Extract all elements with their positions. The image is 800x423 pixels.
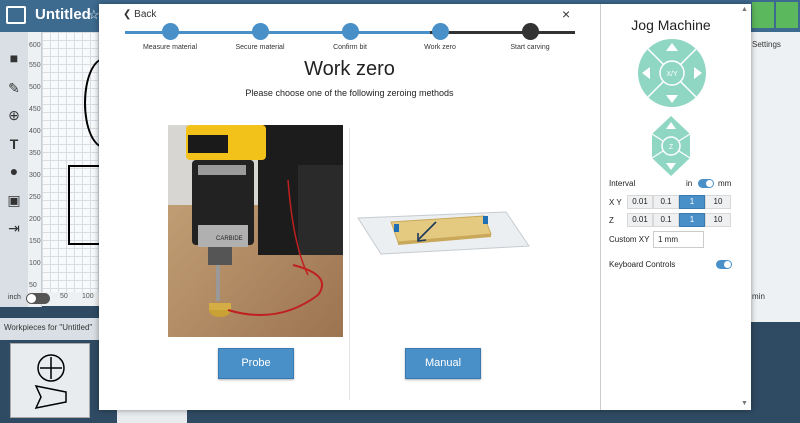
unit-toggle[interactable]	[698, 179, 714, 188]
manual-button[interactable]: Manual	[405, 348, 481, 379]
z-interval-0.01[interactable]: 0.01	[627, 213, 653, 227]
z-label: Z	[669, 144, 674, 151]
ruler-tick: 350	[29, 150, 41, 157]
import-icon[interactable]: ⇥	[4, 220, 24, 238]
custom-xy-input[interactable]	[653, 231, 704, 248]
xy-interval-10[interactable]: 10	[705, 195, 731, 209]
xy-interval-1[interactable]: 1	[679, 195, 705, 209]
step-dot	[521, 23, 539, 40]
step-dot	[431, 23, 449, 40]
step-dot	[161, 23, 179, 40]
step-label: Secure material	[235, 44, 285, 51]
ruler-tick: 100	[29, 260, 41, 267]
star-icon[interactable]: ☆	[88, 7, 100, 23]
workpiece-thumbnail[interactable]	[117, 410, 187, 423]
toolbar-green-button[interactable]	[776, 2, 798, 28]
box-icon[interactable]: ▣	[4, 192, 24, 210]
step-confirm-bit[interactable]: Confirm bit	[305, 23, 395, 51]
interval-label: Interval	[609, 179, 636, 188]
back-button[interactable]: ❮ Back	[123, 9, 156, 20]
z-row-label: Z	[609, 216, 614, 225]
project-title[interactable]: Untitled	[35, 6, 91, 23]
jog-machine-panel: Jog Machine ▲ ▼ X/Y Z Interval in mm X Y…	[600, 4, 751, 410]
shapes-icon[interactable]: ■	[4, 50, 24, 68]
probe-button[interactable]: Probe	[218, 348, 294, 379]
canvas-shape[interactable]	[68, 165, 100, 245]
tool-sidebar: ■ ✎ ⊕ T ● ▣ ⇥	[0, 32, 28, 307]
step-work-zero[interactable]: Work zero	[395, 23, 485, 51]
workpiece-thumbnail[interactable]	[10, 343, 90, 418]
step-measure-material[interactable]: Measure material	[125, 23, 215, 51]
ruler-tick: 250	[29, 194, 41, 201]
ruler-tick: 500	[29, 84, 41, 91]
option-divider	[349, 128, 350, 400]
step-label: Work zero	[424, 44, 456, 51]
ruler-tick: 300	[29, 172, 41, 179]
probe-brand-text: CARBIDE	[216, 236, 243, 242]
settings-label[interactable]: Settings	[752, 40, 781, 49]
step-dot	[341, 23, 359, 40]
workpieces-header: Workpieces for "Untitled"	[0, 318, 100, 340]
ruler-tick: 200	[29, 216, 41, 223]
ruler-tick: 450	[29, 106, 41, 113]
scroll-down-icon[interactable]: ▼	[741, 400, 748, 407]
horizontal-ruler: 50 100	[42, 292, 100, 306]
step-dot	[251, 23, 269, 40]
ruler-tick: 50	[60, 293, 68, 300]
apple-icon[interactable]: ●	[4, 163, 24, 181]
setup-main-panel: ❮ Back × Measure material Secure materia…	[99, 4, 600, 410]
ruler-tick: 50	[29, 282, 37, 289]
ruler-tick: 550	[29, 62, 41, 69]
vertical-ruler: 600 550 500 450 400 350 300 250 200 150 …	[28, 32, 42, 307]
step-start-carving[interactable]: Start carving	[485, 23, 575, 51]
carve-setup-modal: ❮ Back × Measure material Secure materia…	[99, 4, 751, 410]
xy-label: X/Y	[666, 71, 678, 78]
inch-label: inch	[8, 294, 21, 301]
chevron-left-icon: ❮	[123, 9, 135, 20]
pen-icon[interactable]: ✎	[4, 80, 24, 98]
ruler-tick: 100	[82, 293, 94, 300]
xy-jog-pad[interactable]: X/Y	[637, 38, 707, 108]
unit-mm-label: mm	[718, 179, 732, 188]
jog-title: Jog Machine	[631, 17, 711, 33]
target-icon[interactable]: ⊕	[4, 107, 24, 125]
ruler-tick: 600	[29, 42, 41, 49]
page-subtitle: Please choose one of the following zeroi…	[245, 88, 454, 98]
text-icon[interactable]: T	[4, 136, 24, 154]
keyboard-controls-label: Keyboard Controls	[609, 260, 676, 269]
scroll-up-icon[interactable]: ▲	[741, 6, 748, 13]
page-title: Work zero	[304, 58, 395, 80]
app-logo-icon[interactable]	[6, 6, 26, 24]
z-jog-pad[interactable]: Z	[650, 114, 692, 178]
keyboard-controls-toggle[interactable]	[716, 260, 732, 269]
ruler-tick: 400	[29, 128, 41, 135]
unit-toggle[interactable]	[26, 293, 50, 304]
step-label: Measure material	[142, 44, 198, 51]
manual-zero-illustration	[356, 204, 531, 262]
xy-interval-0.1[interactable]: 0.1	[653, 195, 679, 209]
ruler-tick: 150	[29, 238, 41, 245]
unit-in-label: in	[686, 179, 693, 188]
xy-interval-0.01[interactable]: 0.01	[627, 195, 653, 209]
right-panel	[750, 32, 800, 322]
z-interval-0.1[interactable]: 0.1	[653, 213, 679, 227]
z-interval-1[interactable]: 1	[679, 213, 705, 227]
z-interval-10[interactable]: 10	[705, 213, 731, 227]
probe-photo: CARBIDE	[168, 125, 343, 337]
custom-xy-label: Custom XY	[609, 235, 650, 244]
step-secure-material[interactable]: Secure material	[215, 23, 305, 51]
xy-row-label: X Y	[609, 198, 622, 207]
step-label: Confirm bit	[333, 44, 367, 51]
close-button[interactable]: ×	[562, 6, 570, 22]
back-label: Back	[134, 9, 157, 20]
min-label: min	[752, 292, 765, 301]
toolbar-green-button[interactable]	[752, 2, 774, 28]
step-label: Start carving	[510, 44, 550, 51]
